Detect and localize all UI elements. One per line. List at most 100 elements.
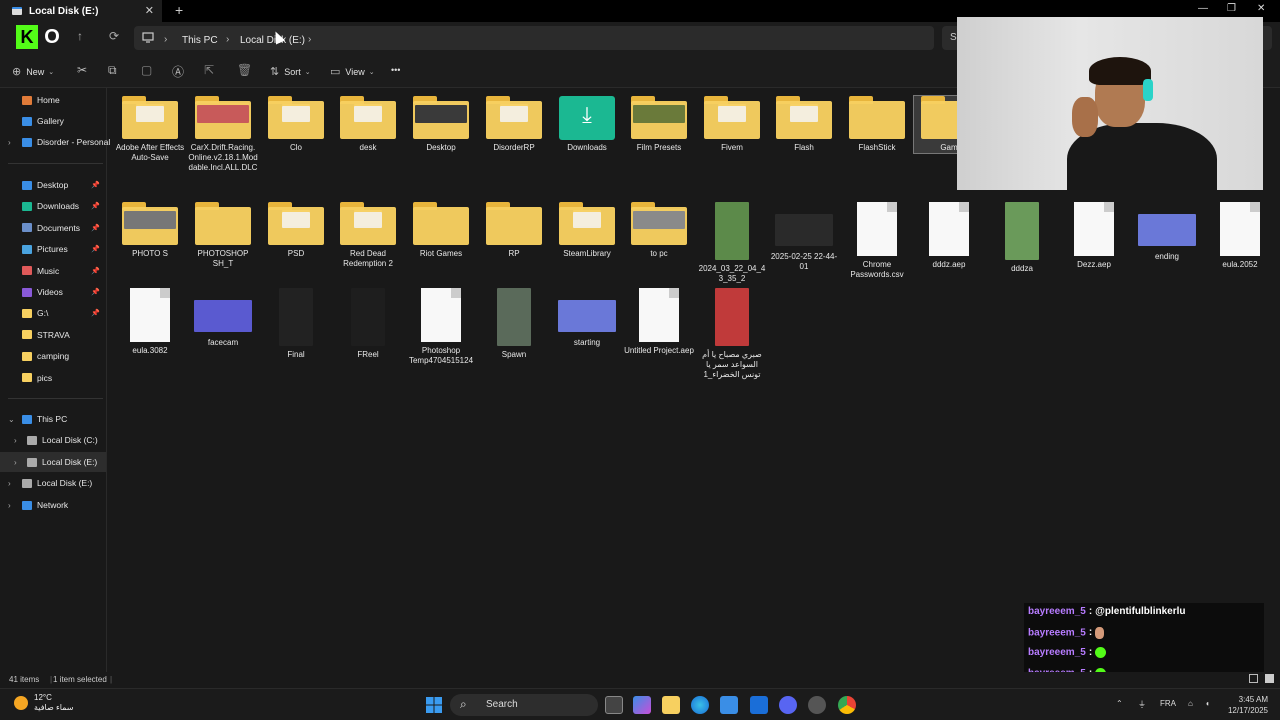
file-item[interactable]: Dezz.aep: [1059, 202, 1129, 270]
file-item[interactable]: Chrome Passwords.csv: [842, 202, 912, 280]
details-view-icon[interactable]: [1249, 674, 1258, 683]
refresh-button[interactable]: ⟳: [109, 29, 119, 43]
weather-widget[interactable]: 12°C سماء صافية: [14, 693, 74, 713]
paste-icon[interactable]: ▢: [141, 63, 152, 77]
sidebar-item-gallery[interactable]: Gallery: [0, 111, 106, 131]
file-item[interactable]: Clo: [261, 96, 331, 153]
discord-icon[interactable]: [779, 696, 797, 714]
volume-icon[interactable]: ◖: [1205, 699, 1210, 708]
usb-icon[interactable]: ⏚: [1138, 699, 1146, 710]
file-item[interactable]: Photoshop Temp4704515124: [406, 288, 476, 366]
file-item[interactable]: SteamLibrary: [552, 202, 622, 259]
sidebar-item-this-pc[interactable]: ⌄ This PC: [0, 409, 106, 429]
chevron-up-icon[interactable]: ⌃: [1116, 699, 1123, 708]
tiles-view-icon[interactable]: [1265, 674, 1274, 683]
new-button[interactable]: ⊕ New ⌄: [12, 65, 59, 78]
steam-icon[interactable]: [808, 696, 826, 714]
wifi-icon[interactable]: ⌂: [1188, 699, 1193, 708]
file-item[interactable]: facecam: [188, 288, 258, 348]
sidebar-item-music[interactable]: Music 📌: [0, 261, 106, 281]
file-item[interactable]: 2024_03_22_04_43_35_2: [697, 202, 767, 284]
mail-icon[interactable]: [750, 696, 768, 714]
copy-icon[interactable]: ⧉: [108, 63, 117, 78]
sidebar-item-videos[interactable]: Videos 📌: [0, 282, 106, 302]
file-item[interactable]: starting: [552, 288, 622, 348]
file-explorer-icon[interactable]: [662, 696, 680, 714]
file-item[interactable]: FReel: [333, 288, 403, 360]
file-item[interactable]: dddza: [987, 202, 1057, 274]
file-item[interactable]: Riot Games: [406, 202, 476, 259]
file-item[interactable]: Red Dead Redemption 2: [333, 202, 403, 269]
sidebar-item-disorder-personal[interactable]: › Disorder - Personal: [0, 132, 110, 152]
sidebar-item-strava[interactable]: STRAVA: [0, 325, 106, 345]
new-tab-button[interactable]: +: [175, 2, 183, 18]
more-options-icon[interactable]: •••: [391, 65, 400, 75]
tab-close-icon[interactable]: ✕: [145, 4, 154, 17]
tab-local-disk[interactable]: Local Disk (E:) ✕: [0, 0, 162, 22]
address-bar[interactable]: › This PC › Local Disk (E:) ›: [134, 26, 934, 50]
chevron-right-icon[interactable]: ›: [8, 138, 11, 147]
sidebar-item-local-disk-c[interactable]: › Local Disk (C:): [0, 430, 106, 450]
chevron-right-icon[interactable]: ⌄: [8, 415, 15, 424]
file-item[interactable]: RP: [479, 202, 549, 259]
sidebar-item-desktop[interactable]: Desktop 📌: [0, 175, 106, 195]
delete-icon[interactable]: 🗑: [237, 63, 252, 77]
file-item[interactable]: Film Presets: [624, 96, 694, 153]
sidebar-item-downloads[interactable]: Downloads 📌: [0, 196, 106, 216]
copilot-icon[interactable]: [633, 696, 651, 714]
edge-icon[interactable]: [691, 696, 709, 714]
sidebar-item-pictures[interactable]: Pictures 📌: [0, 239, 106, 259]
sidebar-item-g[interactable]: G:\ 📌: [0, 303, 106, 323]
maximize-button[interactable]: ❐: [1227, 3, 1236, 14]
file-item[interactable]: صبري مصباح يا أم السواعد سمر يا تونس الخ…: [697, 288, 767, 380]
file-item[interactable]: DisorderRP: [479, 96, 549, 153]
sort-button[interactable]: ⇅ Sort ⌄: [270, 65, 316, 78]
share-icon[interactable]: ⇱: [204, 63, 214, 77]
sidebar-item-home[interactable]: Home: [0, 90, 106, 110]
up-button[interactable]: ↑: [77, 29, 83, 43]
chevron-right-icon[interactable]: ›: [8, 479, 11, 488]
file-item[interactable]: FlashStick: [842, 96, 912, 153]
file-item[interactable]: PSD: [261, 202, 331, 259]
file-item[interactable]: Spawn: [479, 288, 549, 360]
rename-icon[interactable]: Ⓐ: [172, 63, 184, 80]
file-item[interactable]: PHOTOSHOP SH_T: [188, 202, 258, 269]
file-item[interactable]: CarX.Drift.Racing.Online.v2.18.1.Moddabl…: [188, 96, 258, 173]
language-indicator[interactable]: FRA: [1160, 699, 1176, 708]
file-item[interactable]: Adobe After Effects Auto-Save: [115, 96, 185, 163]
clock[interactable]: 3:45 AM 12/17/2025: [1222, 694, 1268, 716]
breadcrumb-this-pc[interactable]: This PC: [182, 35, 218, 46]
file-item[interactable]: eula.2052: [1205, 202, 1275, 270]
file-item[interactable]: to pc: [624, 202, 694, 259]
file-item[interactable]: ⤓ Downloads: [552, 96, 622, 153]
chevron-right-icon[interactable]: ›: [14, 436, 17, 445]
chevron-right-icon[interactable]: ›: [14, 458, 17, 467]
cut-icon[interactable]: ✂: [77, 63, 87, 77]
sidebar-item-documents[interactable]: Documents 📌: [0, 218, 106, 238]
store-icon[interactable]: [720, 696, 738, 714]
file-item[interactable]: eula.3082: [115, 288, 185, 356]
file-item[interactable]: 2025-02-25 22-44-01: [769, 202, 839, 272]
sidebar-item-local-disk-e[interactable]: › Local Disk (E:): [0, 452, 106, 472]
sidebar-item-network[interactable]: › Network: [0, 495, 106, 515]
file-item[interactable]: Final: [261, 288, 331, 360]
file-item[interactable]: Desktop: [406, 96, 476, 153]
minimize-button[interactable]: —: [1198, 3, 1208, 14]
taskbar-search[interactable]: ⌕ Search: [450, 694, 598, 716]
file-item[interactable]: Flash: [769, 96, 839, 153]
windows-start-icon[interactable]: [425, 696, 443, 714]
file-item[interactable]: Untitled Project.aep: [624, 288, 694, 356]
sidebar-item-pics[interactable]: pics: [0, 368, 106, 388]
file-item[interactable]: Fivem: [697, 96, 767, 153]
sidebar-item-local-disk-e[interactable]: › Local Disk (E:): [0, 473, 106, 493]
close-window-button[interactable]: ✕: [1257, 3, 1265, 14]
file-item[interactable]: PHOTO S: [115, 202, 185, 259]
file-item[interactable]: desk: [333, 96, 403, 153]
chevron-right-icon[interactable]: ›: [8, 501, 11, 510]
file-item[interactable]: dddz.aep: [914, 202, 984, 270]
sidebar-item-camping[interactable]: camping: [0, 346, 106, 366]
chrome-icon[interactable]: [838, 696, 856, 714]
view-button[interactable]: ▭ View ⌄: [330, 65, 380, 78]
file-item[interactable]: ending: [1132, 202, 1202, 262]
task-view-icon[interactable]: [605, 696, 623, 714]
